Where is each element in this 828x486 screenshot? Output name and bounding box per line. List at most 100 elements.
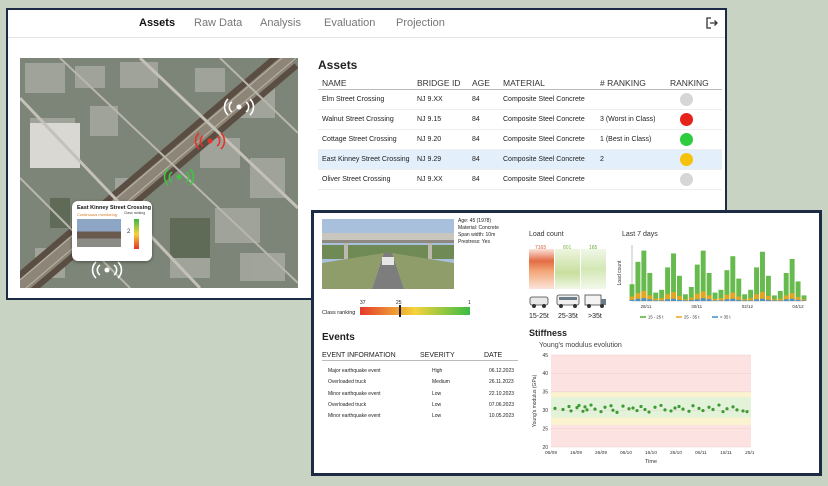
last7-y-label: Load count <box>617 260 623 285</box>
asset-row[interactable]: Oliver Street Crossing NJ 9.XX 84 Composite… <box>318 170 722 190</box>
vehicle-label-medium: 25-35t <box>558 313 578 320</box>
ranking-status-dot <box>680 133 693 146</box>
asset-age: 84 <box>472 96 480 103</box>
stiffness-y-tick: 20 <box>542 445 548 451</box>
load-count-title: Load count <box>529 231 564 238</box>
event-info: Minor earthquake event <box>328 413 381 420</box>
bridge-popup[interactable]: East Kinney Street Crossing Continuous m… <box>72 201 152 261</box>
events-col-info: EVENT INFORMATION <box>322 352 396 359</box>
tab-assets[interactable]: Assets <box>139 17 175 29</box>
last7-bar-2 <box>765 299 771 301</box>
load-count-panel: 7165 801 165 <box>529 245 606 289</box>
event-info: Minor earthquake event <box>328 390 381 397</box>
last7-bar-2 <box>795 299 801 301</box>
last7-bar-2 <box>724 299 730 301</box>
stiffness-x-tick: 26/09 <box>595 450 607 456</box>
events-col-severity: SEVERITY <box>420 352 455 359</box>
stiffness-point <box>639 404 643 409</box>
events-title: Events <box>322 332 355 343</box>
van-icon <box>529 296 549 308</box>
last7-bar-2 <box>671 298 676 301</box>
stiffness-band <box>551 391 751 398</box>
stiffness-point <box>691 404 695 408</box>
logout-icon[interactable] <box>705 16 719 30</box>
stiffness-point <box>717 403 721 407</box>
last7-x-tick: 30/11 <box>691 304 702 309</box>
stiffness-point <box>731 405 735 409</box>
last7-bar-2 <box>635 298 641 301</box>
stiffness-y-tick: 45 <box>542 353 548 359</box>
popup-class-value: 2 <box>127 229 131 235</box>
stiffness-point <box>583 405 587 409</box>
stiffness-point <box>611 408 615 412</box>
last7-bar-2 <box>718 300 724 301</box>
asset-rank-text: 3 (Worst in Class) <box>600 116 656 123</box>
tab-evaluation[interactable]: Evaluation <box>324 17 375 29</box>
load-count-col-medium <box>555 249 580 289</box>
asset-rank-text: 2 <box>600 156 604 163</box>
stiffness-point <box>721 410 725 414</box>
class-ranking-label: Class ranking <box>322 310 356 316</box>
last7-bar-2 <box>653 300 659 301</box>
asset-bridge-id: NJ 9.20 <box>417 136 442 143</box>
asset-row[interactable]: Walnut Street Crossing NJ 9.15 84 Composite… <box>318 110 722 130</box>
stiffness-x-tick: 05/11 <box>695 450 707 456</box>
event-date: 06.12.2023 <box>489 368 515 374</box>
last7-chart: Load count 28/11 30/11 02/12 04/12 15 - 25 t 2… <box>617 245 807 320</box>
tab-projection[interactable]: Projection <box>396 17 445 29</box>
class-ranking-marker <box>398 305 401 317</box>
col-rank-number: # RANKING <box>600 78 646 88</box>
vehicle-icons <box>529 294 606 308</box>
last7-bar-2 <box>629 299 635 301</box>
col-name: NAME <box>322 78 347 88</box>
asset-row[interactable]: Elm Street Crossing NJ 9.XX 84 Composite St… <box>318 90 722 110</box>
info-span: Span width: 10m <box>458 232 496 238</box>
event-date: 22.10.2023 <box>489 390 515 397</box>
asset-material: Composite Steel Concrete <box>503 156 585 163</box>
stiffness-y-tick: 40 <box>542 371 548 377</box>
asset-material: Composite Steel Concrete <box>503 96 585 103</box>
stiffness-point <box>697 406 701 410</box>
asset-row[interactable]: East Kinney Street Crossing NJ 9.29 84 Comp… <box>318 150 722 170</box>
info-prestress: Prestress: Yes <box>458 239 490 245</box>
last7-bar-2 <box>771 300 777 301</box>
stiffness-point <box>677 404 681 409</box>
event-severity: Medium <box>432 379 450 386</box>
last7-legend-item: > 35 t <box>720 315 731 320</box>
stiffness-x-tick: 15/11 <box>720 450 732 456</box>
bus-icon <box>556 294 580 308</box>
load-count-value-heavy: 165 <box>589 245 598 251</box>
map-imagery <box>20 58 298 288</box>
stiffness-point <box>621 404 625 408</box>
col-ranking: RANKING <box>670 78 709 88</box>
asset-row[interactable]: Cottage Street Crossing NJ 9.20 84 Composit… <box>318 130 722 150</box>
tab-analysis[interactable]: Analysis <box>260 17 301 29</box>
tab-raw-data[interactable]: Raw Data <box>194 17 242 29</box>
ranking-status-dot <box>680 93 693 106</box>
stiffness-point <box>567 404 571 409</box>
stiffness-point <box>553 406 557 410</box>
load-count-value-light: 7165 <box>535 245 547 251</box>
asset-name: Oliver Street Crossing <box>322 176 391 183</box>
asset-rank-text: 1 (Best in Class) <box>600 136 652 143</box>
stiffness-point <box>603 405 607 409</box>
popup-bridge-photo <box>77 219 121 247</box>
event-info: Overloaded truck <box>328 379 367 386</box>
asset-name: Cottage Street Crossing <box>322 136 397 143</box>
last7-bar-2 <box>736 299 742 301</box>
stiffness-point <box>635 408 639 413</box>
stiffness-point <box>673 406 677 410</box>
stiffness-x-label: Time <box>645 459 657 465</box>
asset-age: 84 <box>472 156 480 163</box>
satellite-map[interactable]: East Kinney Street Crossing Continuous m… <box>20 58 298 288</box>
stiffness-point <box>681 407 685 411</box>
stiffness-x-tick: 06/09 <box>545 450 557 456</box>
stiffness-point <box>711 407 715 412</box>
popup-subtitle: Continuous monitoring <box>77 212 118 217</box>
assets-table-header: NAME BRIDGE ID AGE MATERIAL # RANKING RA… <box>318 76 722 90</box>
stiffness-x-tick: 26/10 <box>670 450 682 456</box>
load-count-col-light <box>529 249 554 289</box>
event-date: 07.06.2023 <box>489 401 515 408</box>
stiffness-y-tick: 30 <box>542 408 548 414</box>
stiffness-point <box>577 403 581 408</box>
